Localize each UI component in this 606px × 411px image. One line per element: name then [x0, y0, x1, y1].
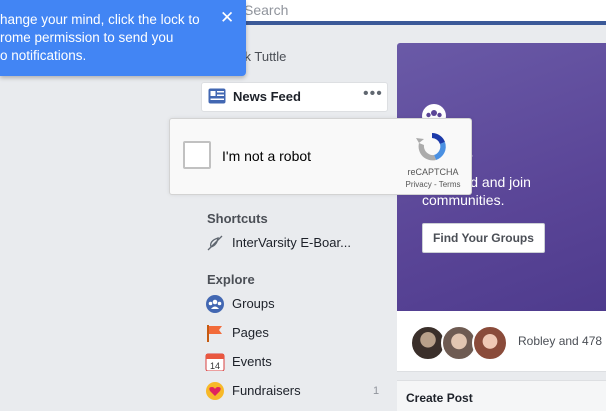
explore-header: Explore	[207, 272, 255, 287]
fundraisers-count: 1	[373, 385, 380, 397]
recaptcha-label: I'm not a robot	[222, 148, 312, 164]
quill-icon	[207, 235, 223, 251]
friend-avatar	[472, 325, 508, 361]
recaptcha-checkbox[interactable]	[183, 141, 211, 169]
notification-permission-tooltip: hange your mind, click the lock to rome …	[0, 0, 246, 76]
sidebar-item-intervarsity[interactable]: InterVarsity E-Boar...	[205, 233, 385, 253]
friends-text: Robley and 478	[518, 334, 603, 348]
svg-text:14: 14	[210, 361, 220, 371]
groups-label: Groups	[232, 296, 275, 311]
find-your-groups-button[interactable]: Find Your Groups	[422, 223, 545, 253]
recaptcha-privacy-terms[interactable]: Privacy - Terms	[400, 180, 466, 189]
calendar-icon: 14	[205, 353, 225, 371]
fundraisers-label: Fundraisers	[232, 383, 301, 398]
recaptcha-widget: I'm not a robot reCAPTCHA Privacy - Term…	[169, 118, 472, 195]
groups-icon	[206, 295, 224, 313]
search-input[interactable]: Search	[236, 0, 606, 21]
recaptcha-brand: reCAPTCHA	[407, 167, 459, 177]
create-post-title: Create Post	[406, 391, 473, 405]
shortcuts-header: Shortcuts	[207, 211, 268, 226]
sidebar-item-events[interactable]: 14 Events	[205, 352, 385, 372]
sidebar-item-groups[interactable]: Groups	[205, 294, 385, 314]
heart-icon	[206, 382, 224, 400]
events-label: Events	[232, 354, 272, 369]
flag-icon	[207, 325, 222, 342]
sidebar-item-news-feed[interactable]: News Feed •••	[201, 82, 388, 112]
pages-label: Pages	[232, 325, 269, 340]
sidebar-item-fundraisers[interactable]: Fundraisers 1	[205, 381, 385, 401]
create-post-header: Create Post	[397, 380, 606, 411]
notification-message: hange your mind, click the lock to rome …	[0, 12, 200, 63]
news-feed-label: News Feed	[233, 89, 301, 104]
more-options-icon[interactable]: •••	[363, 85, 383, 103]
search-placeholder: Search	[244, 2, 289, 18]
close-icon[interactable]: ✕	[220, 9, 234, 27]
news-feed-icon	[208, 88, 226, 104]
friends-activity-row[interactable]: Robley and 478	[397, 311, 606, 372]
sidebar-item-pages[interactable]: Pages	[205, 323, 385, 343]
recaptcha-logo-icon	[416, 133, 446, 161]
shortcut-label: InterVarsity E-Boar...	[232, 235, 351, 250]
